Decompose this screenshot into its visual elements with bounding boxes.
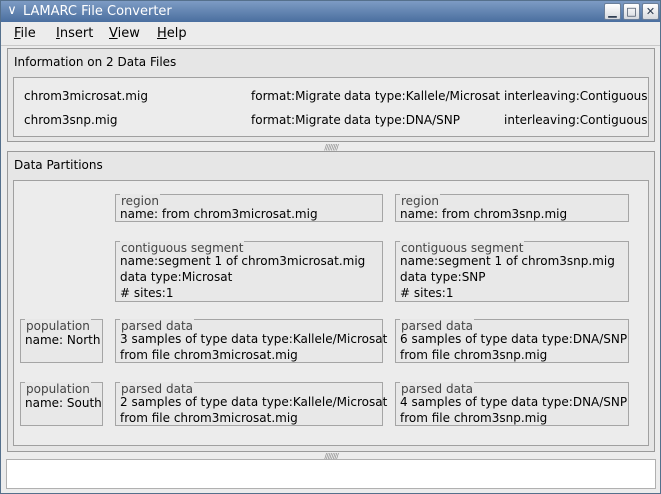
parsed-data-samples: 3 samples of type data type:Kallele/Micr… [120, 332, 388, 346]
parsed-data-samples: 4 samples of type data type:DNA/SNP [400, 395, 628, 409]
parsed-data-source: from file chrom3microsat.mig [120, 411, 298, 425]
menu-file[interactable]: File [14, 26, 36, 42]
menu-bar: File Insert View Help [1, 22, 660, 46]
population-box[interactable]: population name: North [20, 319, 103, 363]
file-interleaving: interleaving:Contiguous [504, 113, 648, 127]
close-icon: ✕ [645, 5, 656, 18]
minimize-button[interactable]: ▁ [604, 3, 621, 20]
menu-insert[interactable]: Insert [56, 26, 93, 42]
file-interleaving: interleaving:Contiguous [504, 89, 648, 103]
segment-box[interactable]: contiguous segment name:segment 1 of chr… [115, 241, 383, 302]
close-button[interactable]: ✕ [642, 3, 659, 20]
maximize-button[interactable]: □ [623, 3, 640, 20]
parsed-data-box[interactable]: parsed data 2 samples of type data type:… [115, 382, 387, 426]
files-list: chrom3microsat.mig format:Migrate data t… [13, 77, 649, 137]
region-name: name: from chrom3snp.mig [400, 207, 568, 221]
segment-data-type: data type:Microsat [120, 270, 233, 284]
segment-name: name:segment 1 of chrom3microsat.mig [120, 254, 366, 268]
menu-help[interactable]: Help [157, 26, 187, 42]
parsed-data-source: from file chrom3snp.mig [400, 411, 548, 425]
file-name: chrom3snp.mig [24, 113, 118, 127]
file-data-type: data type:Kallele/Microsat [344, 89, 501, 103]
region-name: name: from chrom3microsat.mig [120, 207, 318, 221]
segment-data-type: data type:SNP [400, 270, 486, 284]
files-panel: Information on 2 Data Files chrom3micros… [7, 48, 655, 142]
parsed-data-source: from file chrom3microsat.mig [120, 348, 298, 362]
title-bar[interactable]: ∨ LAMARC File Converter ▁ □ ✕ [1, 1, 660, 22]
status-area [6, 459, 656, 489]
parsed-data-samples: 2 samples of type data type:Kallele/Micr… [120, 395, 388, 409]
partitions-panel: Data Partitions region name: from chrom3… [7, 151, 655, 452]
chevron-down-icon[interactable]: ∨ [4, 3, 20, 19]
population-name: name: South [25, 396, 102, 410]
minimize-icon: ▁ [608, 5, 617, 18]
files-panel-title: Information on 2 Data Files [14, 55, 177, 69]
file-data-type: data type:DNA/SNP [344, 113, 460, 127]
segment-box[interactable]: contiguous segment name:segment 1 of chr… [395, 241, 629, 302]
file-format: format:Migrate [251, 89, 341, 103]
app-window: ∨ LAMARC File Converter ▁ □ ✕ File Inser… [0, 0, 661, 494]
region-box[interactable]: region name: from chrom3microsat.mig [115, 194, 383, 222]
population-name: name: North [25, 333, 101, 347]
segment-sites: # sites:1 [120, 286, 174, 300]
parsed-data-samples: 6 samples of type data type:DNA/SNP [400, 332, 628, 346]
parsed-data-box[interactable]: parsed data 3 samples of type data type:… [115, 319, 387, 363]
parsed-data-box[interactable]: parsed data 6 samples of type data type:… [395, 319, 629, 363]
segment-sites: # sites:1 [400, 286, 454, 300]
parsed-data-source: from file chrom3snp.mig [400, 348, 548, 362]
region-box[interactable]: region name: from chrom3snp.mig [395, 194, 629, 222]
file-format: format:Migrate [251, 113, 341, 127]
segment-name: name:segment 1 of chrom3snp.mig [400, 254, 615, 268]
population-box[interactable]: population name: South [20, 382, 103, 426]
file-name: chrom3microsat.mig [24, 89, 148, 103]
partitions-grid: region name: from chrom3microsat.mig reg… [13, 180, 649, 446]
maximize-icon: □ [626, 5, 637, 18]
menu-view[interactable]: View [109, 26, 140, 42]
parsed-data-box[interactable]: parsed data 4 samples of type data type:… [395, 382, 629, 426]
splitter-handle[interactable]: //////// [311, 144, 351, 152]
window-title: LAMARC File Converter [23, 4, 172, 19]
partitions-panel-title: Data Partitions [14, 158, 103, 172]
